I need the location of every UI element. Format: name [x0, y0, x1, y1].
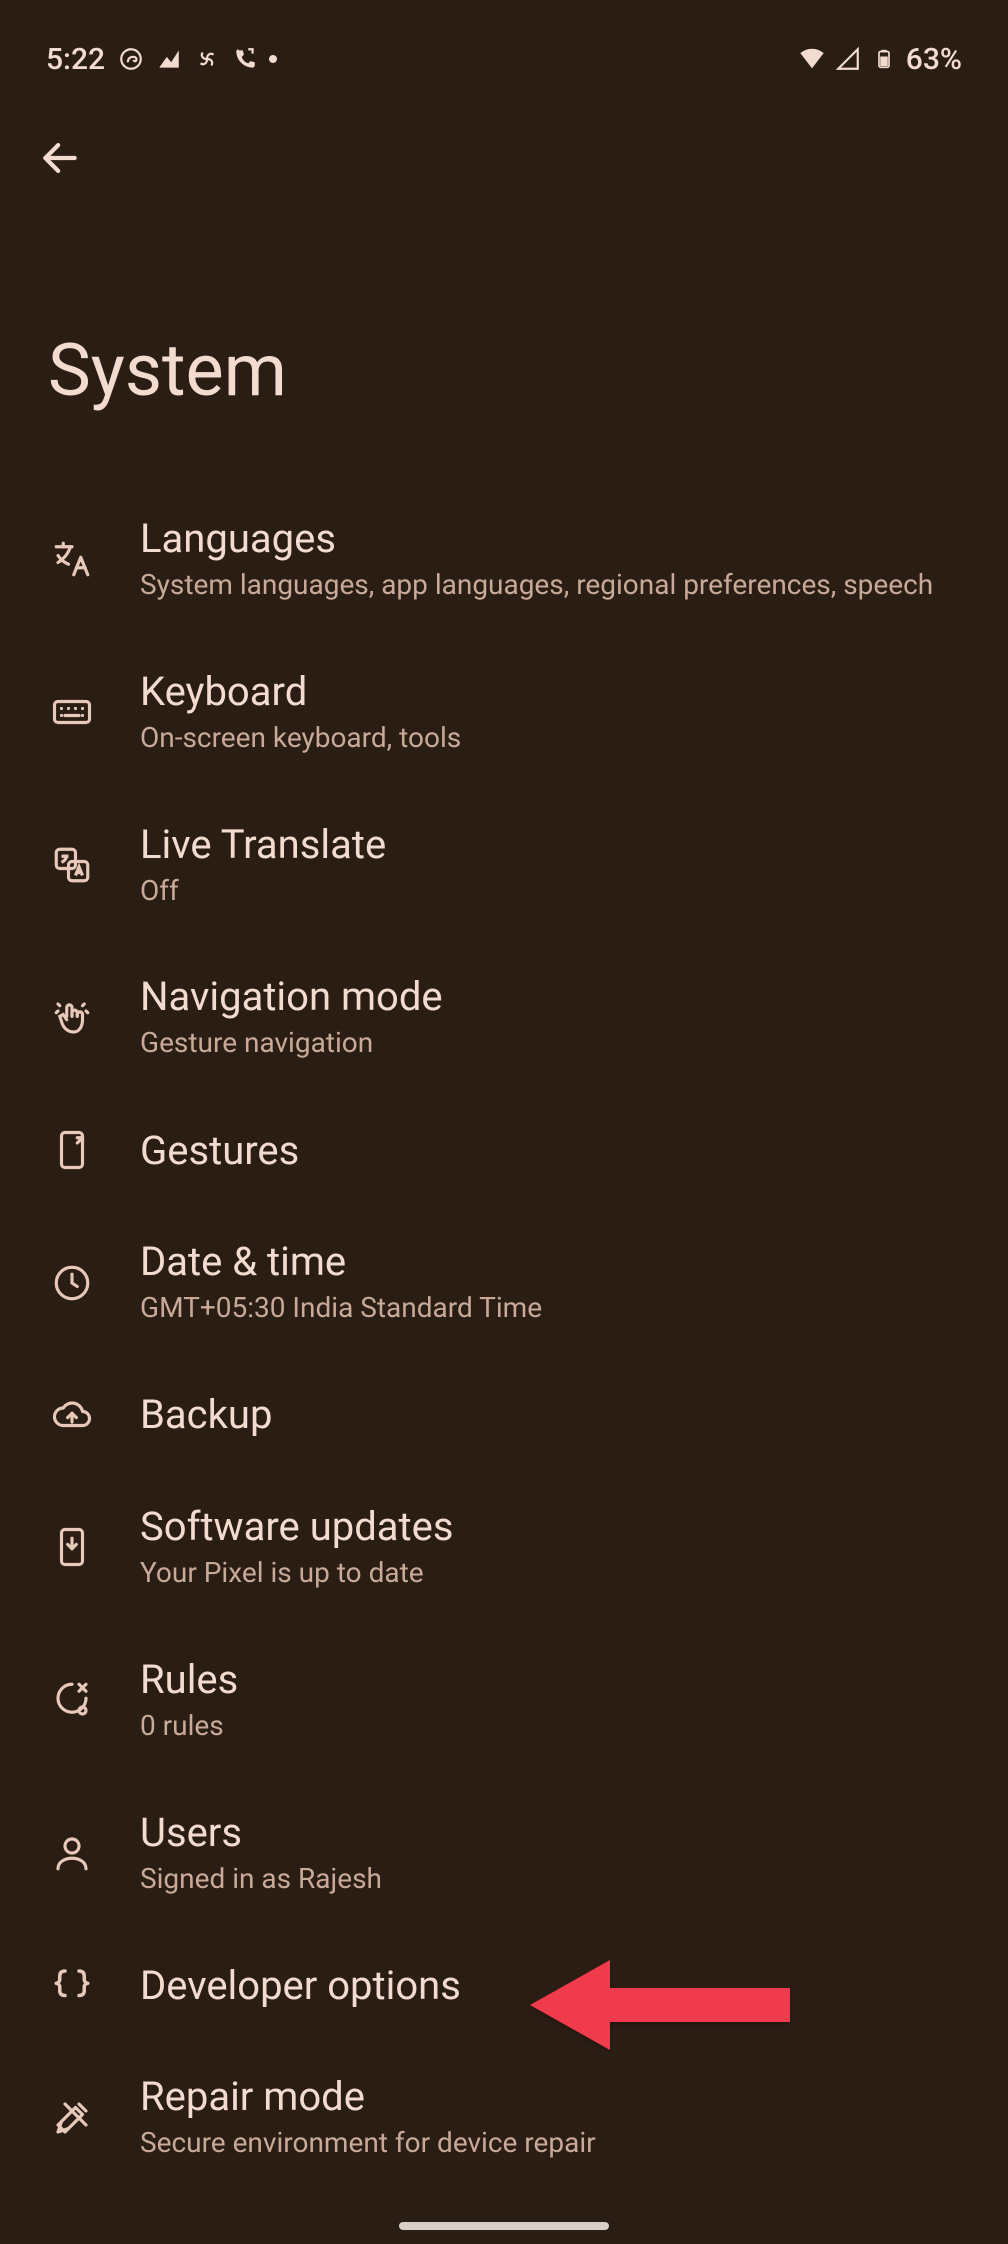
status-notification-icons: [117, 45, 277, 73]
item-subtitle: Secure environment for device repair: [140, 2124, 596, 2162]
item-live-translate[interactable]: Live Translate Off: [0, 789, 1008, 942]
status-left: 5:22: [46, 42, 277, 77]
gesture-icon: [48, 994, 96, 1042]
person-icon: [48, 1829, 96, 1877]
item-subtitle: Signed in as Rajesh: [140, 1860, 382, 1898]
translate-icon: [48, 535, 96, 583]
battery-icon: [870, 45, 898, 73]
item-navigation-mode[interactable]: Navigation mode Gesture navigation: [0, 941, 1008, 1094]
item-languages[interactable]: Languages System languages, app language…: [0, 483, 1008, 636]
item-gestures[interactable]: Gestures: [0, 1094, 1008, 1206]
braces-icon: [48, 1961, 96, 2009]
item-software-updates[interactable]: Software updates Your Pixel is up to dat…: [0, 1471, 1008, 1624]
live-translate-icon: [48, 841, 96, 889]
rules-icon: [48, 1676, 96, 1724]
item-title: Developer options: [140, 1962, 461, 2009]
status-time: 5:22: [46, 42, 105, 77]
item-backup[interactable]: Backup: [0, 1359, 1008, 1471]
item-subtitle: Gesture navigation: [140, 1024, 443, 1062]
item-rules[interactable]: Rules 0 rules: [0, 1624, 1008, 1777]
clock-icon: [48, 1259, 96, 1307]
cloud-upload-icon: [48, 1391, 96, 1439]
item-subtitle: System languages, app languages, regiona…: [140, 566, 933, 604]
navigation-bar-pill[interactable]: [399, 2222, 609, 2230]
item-date-time[interactable]: Date & time GMT+05:30 India Standard Tim…: [0, 1206, 1008, 1359]
wifi-icon: [798, 45, 826, 73]
phone-gesture-icon: [48, 1126, 96, 1174]
item-title: Gestures: [140, 1127, 299, 1174]
item-keyboard[interactable]: Keyboard On-screen keyboard, tools: [0, 636, 1008, 789]
item-developer-options[interactable]: Developer options: [0, 1929, 1008, 2041]
item-subtitle: Your Pixel is up to date: [140, 1554, 453, 1592]
item-title: Users: [140, 1809, 382, 1856]
item-title: Repair mode: [140, 2073, 596, 2120]
more-notifications-dot: [269, 55, 277, 63]
item-subtitle: On-screen keyboard, tools: [140, 719, 461, 757]
phone-call-icon: [231, 45, 259, 73]
arrow-left-icon: [38, 136, 82, 180]
chart-icon: [155, 45, 183, 73]
item-title: Backup: [140, 1391, 272, 1438]
settings-list: Languages System languages, app language…: [0, 473, 1008, 2194]
item-subtitle: GMT+05:30 India Standard Time: [140, 1289, 542, 1327]
tools-icon: [48, 2094, 96, 2142]
item-title: Navigation mode: [140, 973, 443, 1020]
item-repair-mode[interactable]: Repair mode Secure environment for devic…: [0, 2041, 1008, 2194]
item-subtitle: 0 rules: [140, 1707, 238, 1745]
back-button[interactable]: [32, 130, 88, 186]
item-title: Software updates: [140, 1503, 453, 1550]
item-title: Date & time: [140, 1238, 542, 1285]
phone-download-icon: [48, 1523, 96, 1571]
battery-percent: 63%: [906, 42, 962, 77]
threads-icon: [117, 45, 145, 73]
status-right: 63%: [798, 42, 962, 77]
item-subtitle: Off: [140, 872, 386, 910]
item-title: Live Translate: [140, 821, 386, 868]
item-title: Keyboard: [140, 668, 461, 715]
pinwheel-icon: [193, 45, 221, 73]
signal-icon: [834, 45, 862, 73]
item-users[interactable]: Users Signed in as Rajesh: [0, 1777, 1008, 1930]
keyboard-icon: [48, 688, 96, 736]
page-title: System: [0, 198, 1008, 473]
item-title: Languages: [140, 515, 933, 562]
status-bar: 5:22 63%: [0, 0, 1008, 90]
item-title: Rules: [140, 1656, 238, 1703]
